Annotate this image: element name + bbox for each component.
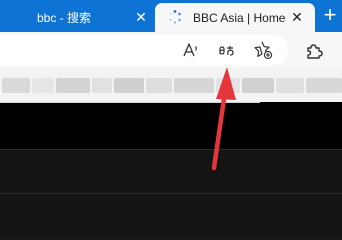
tab-strip: bbc - 搜索 ✕ BBC Asia | Home ✕ + — [0, 0, 342, 32]
loading-spinner-icon — [169, 10, 181, 24]
extensions-icon[interactable] — [304, 40, 324, 60]
tab-bbc-asia-home[interactable]: BBC Asia | Home ✕ — [155, 3, 315, 32]
tab-bbc-search[interactable]: bbc - 搜索 ✕ — [0, 3, 155, 32]
read-aloud-icon[interactable] — [181, 40, 201, 60]
add-favorite-icon[interactable] — [253, 40, 273, 60]
tab-label: BBC Asia | Home — [193, 10, 286, 25]
translate-icon[interactable] — [217, 40, 237, 60]
new-tab-button[interactable]: + — [319, 4, 341, 27]
close-tab-icon[interactable]: ✕ — [290, 10, 304, 24]
browser-toolbar — [0, 32, 342, 68]
web-page-content — [0, 102, 342, 237]
favorites-bar-blurred — [0, 68, 342, 102]
tab-label: bbc - 搜索 — [37, 11, 92, 25]
address-bar[interactable] — [0, 35, 288, 65]
close-tab-icon[interactable]: ✕ — [134, 10, 148, 24]
